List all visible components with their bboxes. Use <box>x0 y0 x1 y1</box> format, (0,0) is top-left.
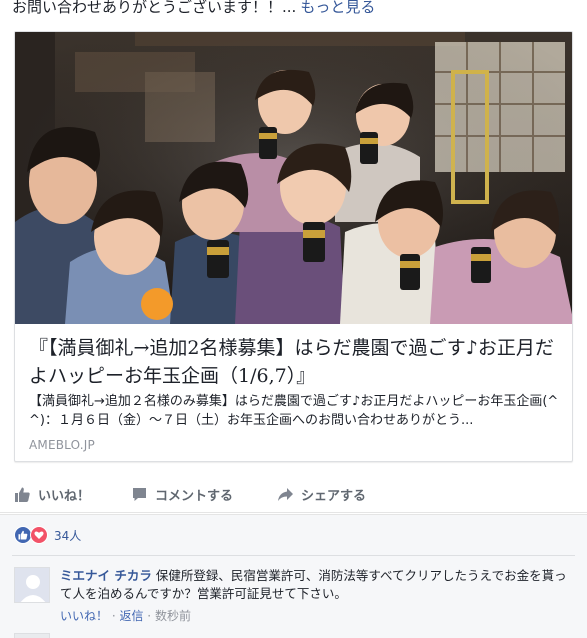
link-description: 【満員御礼→追加２名様のみ募集】はらだ農園で過ごす♪お正月だよハッピーお年玉企画… <box>29 394 559 428</box>
link-preview-card[interactable]: 『【満員御礼→追加2名様募集】はらだ農園で過ごす♪お正月だよハッピーお年玉企画（… <box>14 31 573 462</box>
divider <box>12 555 575 556</box>
feedback-section: 34人 ミエナイ チカラ 保健所登録、民宿営業許可、消防法等すべてクリアしたうえで… <box>0 514 587 638</box>
like-label: いいね！ <box>38 489 91 504</box>
avatar[interactable] <box>14 567 50 603</box>
comment-like-link[interactable]: いいね！ <box>60 609 108 623</box>
meta-separator: · <box>143 609 155 623</box>
comment-meta: いいね！ · 返信 · 数秒前 <box>60 607 191 624</box>
comment-reply-link[interactable]: 返信 <box>119 609 143 623</box>
reaction-count[interactable]: 34人 <box>54 527 81 544</box>
next-comment-avatar[interactable] <box>14 633 50 638</box>
share-arrow-icon <box>277 486 294 503</box>
meta-separator: · <box>108 609 120 623</box>
link-title[interactable]: 『【満員御礼→追加2名様募集】はらだ農園で過ごす♪お正月だよハッピーお年玉企画（… <box>29 334 565 390</box>
link-domain: AMEBLO.JP <box>29 438 95 452</box>
post-text-body: お問い合わせありがとうございます！！... <box>12 0 297 16</box>
comment-author-link[interactable]: ミエナイ チカラ <box>60 568 152 583</box>
love-reaction-icon <box>30 526 48 544</box>
comment-label: コメントする <box>155 489 234 504</box>
link-preview-image[interactable] <box>15 32 572 324</box>
post-text: お問い合わせありがとうございます！！... もっと見る <box>12 0 375 18</box>
thumbs-up-icon <box>14 486 31 503</box>
comment-button[interactable]: コメントする <box>131 485 233 504</box>
see-more-link[interactable]: もっと見る <box>300 0 375 16</box>
comment-icon <box>131 486 148 503</box>
share-label: シェアする <box>301 489 367 504</box>
share-button[interactable]: シェアする <box>277 485 366 504</box>
comment-timestamp[interactable]: 数秒前 <box>155 609 191 623</box>
like-button[interactable]: いいね！ <box>14 485 90 504</box>
post-action-bar: いいね！ コメントする シェアする <box>0 477 587 513</box>
reactions-summary[interactable]: 34人 <box>14 526 81 544</box>
comment-body: ミエナイ チカラ 保健所登録、民宿営業許可、消防法等すべてクリアしたうえでお金を貰… <box>60 567 570 603</box>
